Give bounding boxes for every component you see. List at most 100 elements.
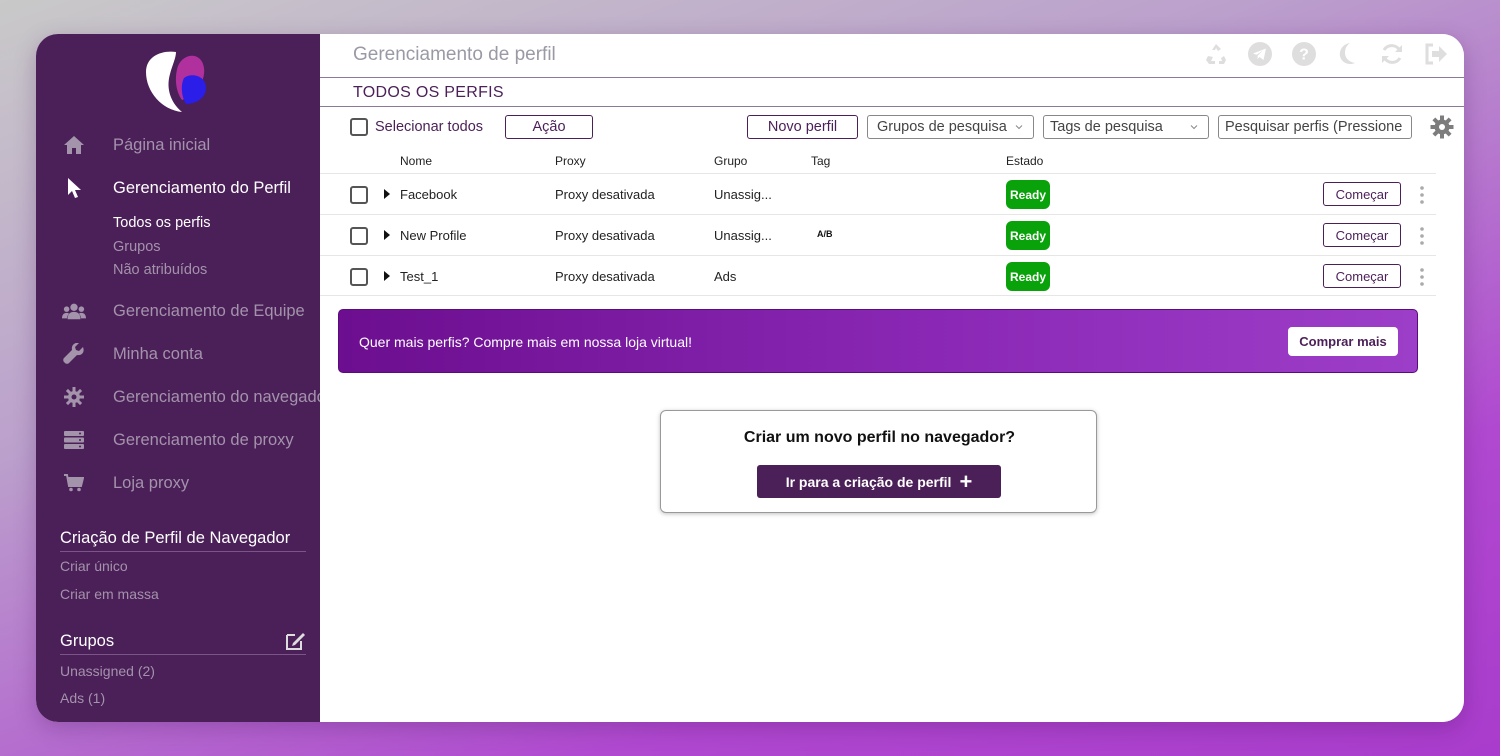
create-bulk-link[interactable]: Criar em massa [60,586,159,602]
promo-message: Quer mais perfis? Compre mais em nossa l… [359,334,693,350]
sidebar-item-home[interactable]: Página inicial [36,128,320,162]
column-header-group[interactable]: Grupo [714,154,747,168]
groups-section-title: Grupos [60,632,306,655]
start-button[interactable]: Começar [1323,182,1401,206]
status-badge: Ready [1006,180,1050,209]
section-bar: TODOS OS PERFIS [320,79,1464,107]
server-icon [62,428,86,452]
sidebar-item-team-management[interactable]: Gerenciamento de Equipe [36,294,320,328]
status-badge: Ready [1006,221,1050,250]
sidebar-subitem-all-profiles[interactable]: Todos os perfis [113,215,211,231]
start-button[interactable]: Começar [1323,264,1401,288]
app-logo [146,51,206,112]
main-panel: Gerenciamento de perfil ? TODOS OS PERFI… [320,34,1464,722]
refresh-icon[interactable] [1380,42,1404,66]
sidebar-item-proxy-management[interactable]: Gerenciamento de proxy [36,423,320,457]
help-icon[interactable]: ? [1292,42,1316,66]
profile-group: Unassig... [714,187,772,202]
sidebar-item-label: Gerenciamento do Perfil [113,178,291,197]
edit-icon[interactable] [284,630,306,652]
profile-name: Test_1 [400,269,439,284]
start-button[interactable]: Começar [1323,223,1401,247]
chevron-down-icon [1015,125,1023,130]
profile-proxy: Proxy desativada [555,187,655,202]
profile-proxy: Proxy desativada [555,269,655,284]
cursor-icon [62,176,86,200]
profile-group: Unassig... [714,228,772,243]
sidebar-item-label: Gerenciamento do navegador [113,387,320,406]
column-header-proxy[interactable]: Proxy [555,154,586,168]
app-window: Página inicial Gerenciamento do Perfil T… [36,34,1464,722]
team-icon [62,299,86,323]
table-row[interactable]: Facebook Proxy desativada Unassig... Rea… [320,173,1436,214]
table-row[interactable]: New Profile Proxy desativada Unassig... … [320,214,1436,255]
sidebar-item-browser-management[interactable]: Gerenciamento do navegador [36,380,320,414]
wrench-icon [62,342,86,366]
column-header-tag[interactable]: Tag [811,154,830,168]
sidebar-item-label: Página inicial [113,135,211,154]
sidebar-item-label: Loja proxy [113,473,190,492]
sidebar-item-my-account[interactable]: Minha conta [36,337,320,371]
select-all-label: Selecionar todos [375,119,484,135]
sidebar-item-label: Gerenciamento de Equipe [113,301,305,320]
status-badge: Ready [1006,262,1050,291]
sidebar-subitem-groups[interactable]: Grupos [113,239,161,255]
select-all-checkbox[interactable]: Selecionar todos [350,115,483,139]
row-checkbox[interactable] [350,227,368,245]
go-to-profile-creation-label: Ir para a criação de perfil [785,473,952,490]
group-item-ads[interactable]: Ads (1) [60,690,105,706]
sidebar-item-label: Minha conta [113,344,203,363]
profiles-table: Facebook Proxy desativada Unassig... Rea… [320,173,1436,296]
group-item-unassigned[interactable]: Unassigned (2) [60,663,155,679]
sidebar-item-label: Gerenciamento de proxy [113,430,294,449]
row-checkbox[interactable] [350,186,368,204]
expand-caret-icon[interactable] [384,230,390,240]
column-header-status[interactable]: Estado [1006,154,1043,168]
profile-tag: A/B [817,229,833,239]
plus-icon: + [959,468,973,494]
logout-icon[interactable] [1424,42,1448,66]
go-to-profile-creation-button[interactable]: Ir para a criação de perfil + [757,465,1001,498]
action-button[interactable]: Ação [505,115,593,139]
sidebar-item-profile-management[interactable]: Gerenciamento do Perfil [36,171,320,205]
row-checkbox[interactable] [350,268,368,286]
expand-caret-icon[interactable] [384,271,390,281]
expand-caret-icon[interactable] [384,189,390,199]
promo-banner: Quer mais perfis? Compre mais em nossa l… [338,309,1418,373]
svg-text:?: ? [1299,47,1309,64]
sidebar-item-proxy-store[interactable]: Loja proxy [36,466,320,500]
more-vertical-icon[interactable] [1416,185,1428,205]
column-header-name[interactable]: Nome [400,154,432,168]
create-section-title: Criação de Perfil de Navegador [60,529,306,552]
gear-icon [62,385,86,409]
chevron-down-icon [1190,125,1198,130]
table-row[interactable]: Test_1 Proxy desativada Ads Ready Começa… [320,255,1436,296]
sidebar-subitem-unassigned[interactable]: Não atribuídos [113,262,207,278]
search-tags-dropdown[interactable]: Tags de pesquisa [1043,115,1209,139]
home-icon [62,133,86,157]
settings-icon[interactable] [1430,115,1454,139]
more-vertical-icon[interactable] [1416,226,1428,246]
sidebar: Página inicial Gerenciamento do Perfil T… [36,34,320,722]
new-profile-button[interactable]: Novo perfil [747,115,858,139]
telegram-icon[interactable] [1248,42,1272,66]
page-title: Gerenciamento de perfil [353,44,556,65]
moon-icon[interactable] [1336,42,1360,66]
create-single-link[interactable]: Criar único [60,558,128,574]
buy-more-button[interactable]: Comprar mais [1288,327,1398,356]
search-groups-dropdown[interactable]: Grupos de pesquisa [867,115,1034,139]
profile-group: Ads [714,269,737,284]
section-title: TODOS OS PERFIS [353,84,504,101]
top-bar: Gerenciamento de perfil ? [320,34,1464,78]
cart-icon [62,471,86,495]
search-groups-label: Grupos de pesquisa [877,119,1007,135]
profile-name: Facebook [400,187,458,202]
search-profiles-input[interactable] [1218,115,1412,139]
create-profile-question: Criar um novo perfil no navegador? [743,429,1016,446]
create-profile-card: Criar um novo perfil no navegador? Ir pa… [660,410,1097,513]
profile-name: New Profile [400,228,467,243]
top-icon-group: ? [1204,42,1448,66]
checkbox[interactable] [350,118,368,136]
recycle-icon[interactable] [1204,42,1228,66]
more-vertical-icon[interactable] [1416,267,1428,287]
